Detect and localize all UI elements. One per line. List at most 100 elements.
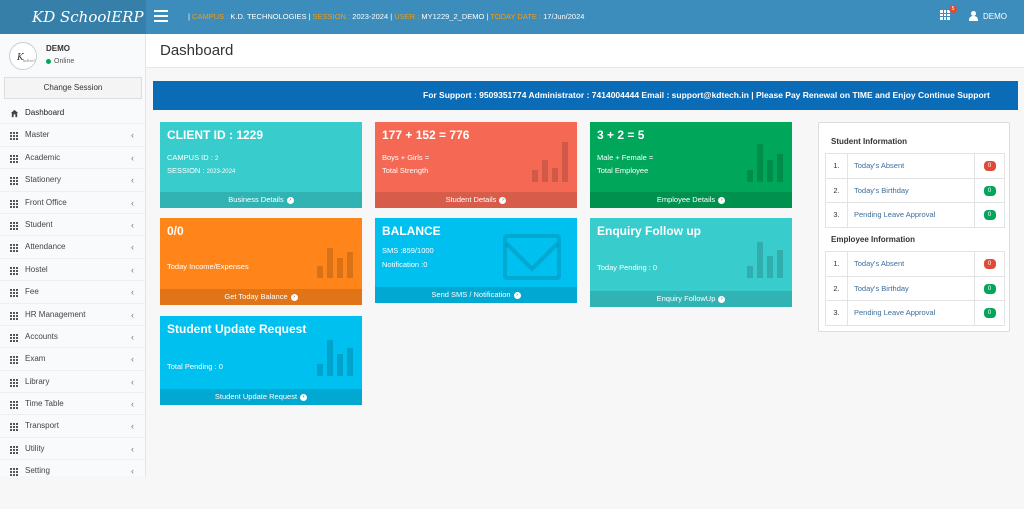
employee-details-link[interactable]: Employee Details › <box>590 192 792 208</box>
date-value: 17/Jun/2024 <box>543 12 585 21</box>
sidebar-item-dashboard[interactable]: Dashboard <box>0 102 145 125</box>
sidebar-item-label: Fee <box>25 287 39 297</box>
count-badge: 0 <box>983 283 996 294</box>
sidebar-item-front-office[interactable]: Front Office ‹ <box>0 192 145 214</box>
support-text: For Support : 9509351774 Administrator :… <box>423 90 990 100</box>
dashboard-icon <box>10 109 19 118</box>
sidebar-item-attendance[interactable]: Attendance ‹ <box>0 236 145 259</box>
update-title: Student Update Request <box>167 322 307 336</box>
sidebar-item-student[interactable]: Student ‹ <box>0 214 145 237</box>
update-pending: Total Pending : 0 <box>167 362 223 371</box>
arrow-right-icon: › <box>300 393 308 401</box>
brand-logo[interactable]: KD SchoolERP <box>0 0 146 34</box>
enquiry-pending: Today Pending : 0 <box>597 263 658 272</box>
enquiry-followup-link[interactable]: Enquiry FollowUp › <box>590 291 792 307</box>
info-link[interactable]: Pending Leave Approval <box>847 202 975 228</box>
chevron-left-icon: ‹ <box>131 309 134 320</box>
sidebar-item-label: Academic <box>25 152 61 162</box>
enquiry-followup-box: Enquiry Follow up Today Pending : 0 Enqu… <box>590 218 792 307</box>
user-menu[interactable]: DEMO <box>983 0 1007 34</box>
chevron-left-icon: ‹ <box>131 242 134 253</box>
info-link[interactable]: Today's Birthday <box>847 177 975 203</box>
sidebar-item-transport[interactable]: Transport ‹ <box>0 415 145 438</box>
sidebar-item-label: Accounts <box>25 331 58 341</box>
chevron-left-icon: ‹ <box>131 175 134 186</box>
sidebar: K kdtech DEMO Online Change Session Dash… <box>0 34 146 476</box>
count-cell: 0 <box>974 202 1005 228</box>
chevron-left-icon: ‹ <box>131 399 134 410</box>
student-details-link[interactable]: Student Details › <box>375 192 577 208</box>
employee-info-table: 1. Today's Absent 0 2. Today's Birthday 0 3. Pe… <box>825 251 1005 326</box>
row-number: 2. <box>825 177 848 203</box>
sidebar-item-setting[interactable]: Setting ‹ <box>0 460 145 476</box>
sidebar-item-library[interactable]: Library ‹ <box>0 371 145 394</box>
count-cell: 0 <box>974 251 1005 277</box>
count-badge: 0 <box>983 161 996 172</box>
sidebar-item-label: Attendance <box>25 242 66 252</box>
sidebar-item-label: Stationery <box>25 175 62 185</box>
count-cell: 0 <box>974 177 1005 203</box>
content-header: Dashboard <box>146 34 1024 68</box>
count-badge: 0 <box>983 185 996 196</box>
sidebar-item-exam[interactable]: Exam ‹ <box>0 348 145 371</box>
strength-line2: Total Strength <box>382 166 429 175</box>
change-session-button[interactable]: Change Session <box>4 77 142 99</box>
client-id-title: CLIENT ID : 1229 <box>167 128 264 142</box>
enquiry-title: Enquiry Follow up <box>597 224 701 238</box>
sidebar-item-label: Master <box>25 130 50 140</box>
chevron-left-icon: ‹ <box>131 197 134 208</box>
bar-chart-icon <box>747 238 787 278</box>
sidebar-item-label: Setting <box>25 466 50 476</box>
info-link[interactable]: Pending Leave Approval <box>847 300 975 326</box>
user-icon[interactable] <box>969 11 978 21</box>
chevron-left-icon: ‹ <box>131 264 134 275</box>
student-info-heading: Student Information <box>831 137 907 146</box>
sidebar-item-master[interactable]: Master ‹ <box>0 124 145 147</box>
user-value: MY1229_2_DEMO <box>421 12 485 21</box>
student-strength-box: 177 + 152 = 776 Boys + Girls = Total Str… <box>375 122 577 208</box>
menu-toggle-icon[interactable] <box>154 10 168 24</box>
count-badge: 0 <box>983 308 996 319</box>
count-badge: 0 <box>983 210 996 221</box>
user-label: USER : <box>394 12 420 21</box>
sidebar-item-stationery[interactable]: Stationery ‹ <box>0 169 145 192</box>
chevron-left-icon: ‹ <box>131 130 134 141</box>
arrow-right-icon: › <box>718 295 726 303</box>
th-icon <box>10 132 18 141</box>
info-link[interactable]: Today's Absent <box>847 153 975 179</box>
sidebar-item-utility[interactable]: Utility ‹ <box>0 438 145 461</box>
apps-grid-icon[interactable] <box>940 10 950 20</box>
session-info-bar: | CAMPUS : K.D. TECHNOLOGIES | SESSION :… <box>188 12 585 21</box>
sidebar-item-hostel[interactable]: Hostel ‹ <box>0 259 145 282</box>
online-status: Online <box>46 58 74 65</box>
employee-box: 3 + 2 = 5 Male + Female = Total Employee… <box>590 122 792 208</box>
business-details-link[interactable]: Business Details › <box>160 192 362 208</box>
th-icon <box>10 445 18 454</box>
notification-badge[interactable]: 5 <box>949 5 957 13</box>
student-update-link[interactable]: Student Update Request › <box>160 389 362 405</box>
today-balance-link[interactable]: Get Today Balance › <box>160 289 362 305</box>
sidebar-item-label: Exam <box>25 354 46 364</box>
sidebar-item-accounts[interactable]: Accounts ‹ <box>0 326 145 349</box>
campus-id-line: CAMPUS ID : 2 <box>167 153 219 162</box>
chevron-left-icon: ‹ <box>131 219 134 230</box>
sidebar-item-academic[interactable]: Academic ‹ <box>0 147 145 170</box>
avatar: K kdtech <box>9 42 37 70</box>
sidebar-item-fee[interactable]: Fee ‹ <box>0 281 145 304</box>
income-expenses-box: 0/0 Today Income/Expenses Get Today Bala… <box>160 218 362 305</box>
th-icon <box>10 401 18 410</box>
chevron-left-icon: ‹ <box>131 376 134 387</box>
send-sms-link[interactable]: Send SMS / Notification › <box>375 287 577 303</box>
sidebar-item-time-table[interactable]: Time Table ‹ <box>0 393 145 416</box>
count-cell: 0 <box>974 275 1005 301</box>
support-marquee: For Support : 9509351774 Administrator :… <box>153 81 1018 110</box>
sidebar-item-label: Utility <box>25 443 45 453</box>
top-navbar: KD SchoolERP | CAMPUS : K.D. TECHNOLOGIE… <box>0 0 1024 34</box>
chevron-left-icon: ‹ <box>131 421 134 432</box>
sidebar-item-hr-management[interactable]: HR Management ‹ <box>0 304 145 326</box>
chevron-left-icon: ‹ <box>131 287 134 298</box>
info-link[interactable]: Today's Absent <box>847 251 975 277</box>
strength-title: 177 + 152 = 776 <box>382 128 470 142</box>
th-icon <box>10 244 18 253</box>
info-link[interactable]: Today's Birthday <box>847 275 975 301</box>
